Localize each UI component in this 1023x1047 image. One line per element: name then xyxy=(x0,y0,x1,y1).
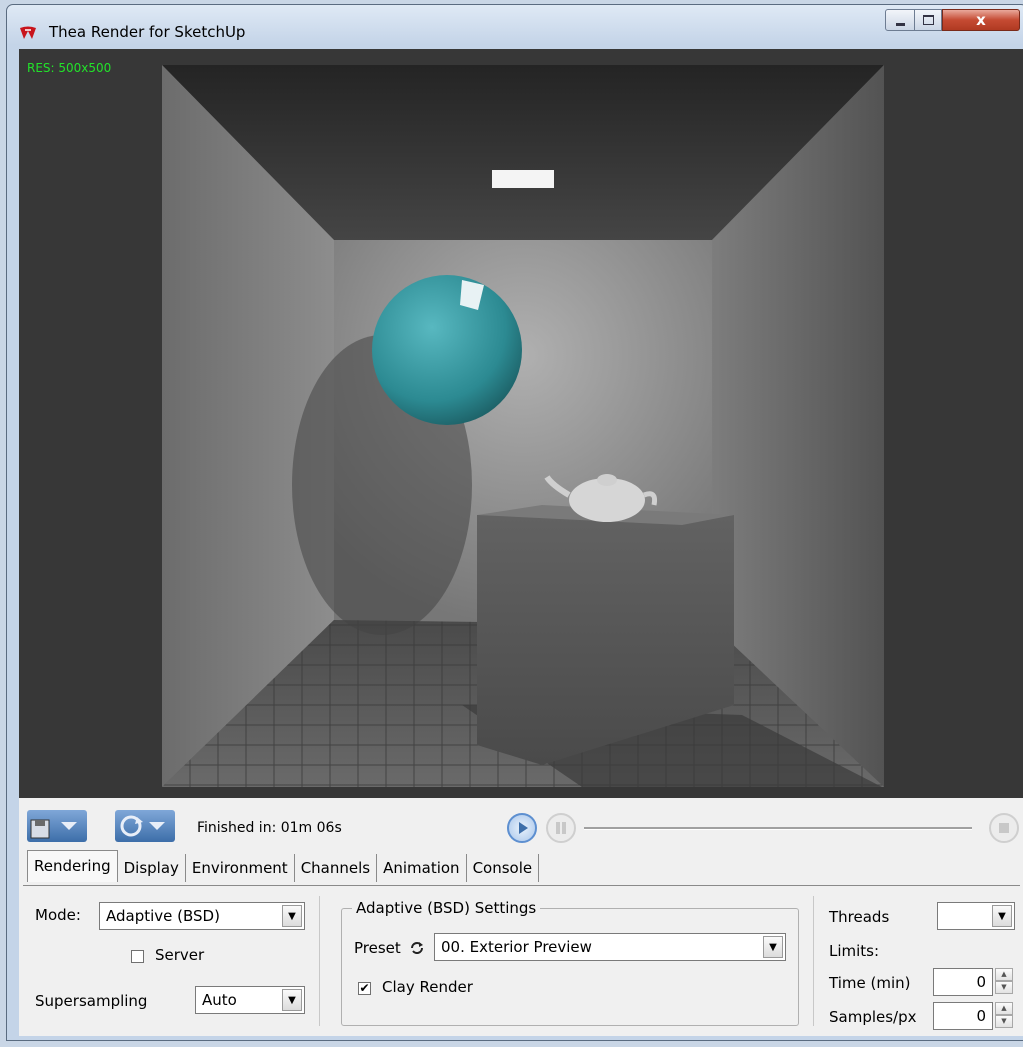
mode-label: Mode: xyxy=(35,906,81,924)
chevron-down-icon: ▼ xyxy=(282,989,302,1011)
adaptive-settings-group: Adaptive (BSD) Settings Preset 00. Exter… xyxy=(341,899,799,1026)
thea-logo-icon xyxy=(20,26,36,39)
supersampling-label: Supersampling xyxy=(35,992,148,1010)
threads-select[interactable]: ▼ xyxy=(937,902,1015,930)
threads-label: Threads xyxy=(829,908,890,926)
render-viewport[interactable]: RES: 500x500 xyxy=(19,49,1023,798)
stop-button[interactable] xyxy=(989,813,1019,843)
play-button[interactable] xyxy=(507,813,537,843)
preset-label: Preset xyxy=(354,939,401,957)
tab-channels[interactable]: Channels xyxy=(295,854,378,882)
group-title: Adaptive (BSD) Settings xyxy=(352,899,541,917)
progress-slider[interactable] xyxy=(584,827,972,830)
preset-select[interactable]: 00. Exterior Preview ▼ xyxy=(434,933,786,961)
time-stepper[interactable]: ▲ ▼ xyxy=(995,968,1013,996)
chevron-down-icon: ▼ xyxy=(282,905,302,927)
resolution-label: RES: 500x500 xyxy=(27,61,112,75)
limits-label: Limits: xyxy=(829,942,880,960)
time-label: Time (min) xyxy=(829,974,911,992)
close-button[interactable]: x xyxy=(942,9,1020,31)
chevron-down-icon[interactable]: ▼ xyxy=(995,1015,1013,1028)
tab-animation[interactable]: Animation xyxy=(377,854,467,882)
stop-icon xyxy=(999,823,1009,833)
server-label: Server xyxy=(155,946,205,964)
window-title: Thea Render for SketchUp xyxy=(49,23,246,41)
render-image xyxy=(162,65,884,787)
play-icon xyxy=(519,822,528,834)
clay-render-checkbox[interactable]: ✔ xyxy=(358,982,371,995)
pause-button[interactable] xyxy=(546,813,576,843)
samples-input[interactable]: 0 xyxy=(933,1002,993,1030)
chevron-up-icon[interactable]: ▲ xyxy=(995,968,1013,981)
mode-select[interactable]: Adaptive (BSD) ▼ xyxy=(99,902,305,930)
supersampling-value: Auto xyxy=(202,991,237,1009)
minimize-button[interactable] xyxy=(885,9,915,31)
sync-icon[interactable] xyxy=(408,939,426,957)
minimize-icon xyxy=(886,10,914,30)
samples-label: Samples/px xyxy=(829,1008,917,1026)
preset-value: 00. Exterior Preview xyxy=(441,938,592,956)
tab-environment[interactable]: Environment xyxy=(186,854,295,882)
tab-console[interactable]: Console xyxy=(467,854,540,882)
title-bar[interactable]: Thea Render for SketchUp x xyxy=(7,5,1023,49)
app-window: Thea Render for SketchUp x RES: 500x500 xyxy=(6,4,1023,1041)
clay-render-label: Clay Render xyxy=(382,978,473,996)
time-input[interactable]: 0 xyxy=(933,968,993,996)
chevron-up-icon[interactable]: ▲ xyxy=(995,1002,1013,1015)
supersampling-select[interactable]: Auto ▼ xyxy=(195,986,305,1014)
maximize-icon xyxy=(915,10,941,30)
save-image-button[interactable] xyxy=(27,810,87,842)
separator xyxy=(319,896,320,1026)
refresh-icon xyxy=(120,815,165,837)
save-icon xyxy=(30,819,77,839)
rendering-tab-pane: Mode: Adaptive (BSD) ▼ Server Supersampl… xyxy=(23,885,1020,1034)
settings-tabs: Rendering Display Environment Channels A… xyxy=(27,850,540,886)
chevron-down-icon: ▼ xyxy=(763,936,783,958)
check-icon: ✔ xyxy=(359,981,370,995)
chevron-down-icon[interactable]: ▼ xyxy=(995,981,1013,994)
chevron-down-icon: ▼ xyxy=(992,905,1012,927)
samples-stepper[interactable]: ▲ ▼ xyxy=(995,1002,1013,1030)
server-checkbox[interactable] xyxy=(131,950,144,963)
close-icon: x xyxy=(976,11,986,29)
mode-value: Adaptive (BSD) xyxy=(106,907,220,925)
tab-display[interactable]: Display xyxy=(118,854,186,882)
render-status: Finished in: 01m 06s xyxy=(197,820,342,836)
tab-rendering[interactable]: Rendering xyxy=(27,850,118,882)
maximize-button[interactable] xyxy=(914,9,942,31)
pause-icon xyxy=(556,822,566,834)
control-panel: Finished in: 01m 06s Rendering Display E… xyxy=(19,798,1023,1036)
separator xyxy=(813,896,814,1026)
refresh-render-button[interactable] xyxy=(115,810,175,842)
